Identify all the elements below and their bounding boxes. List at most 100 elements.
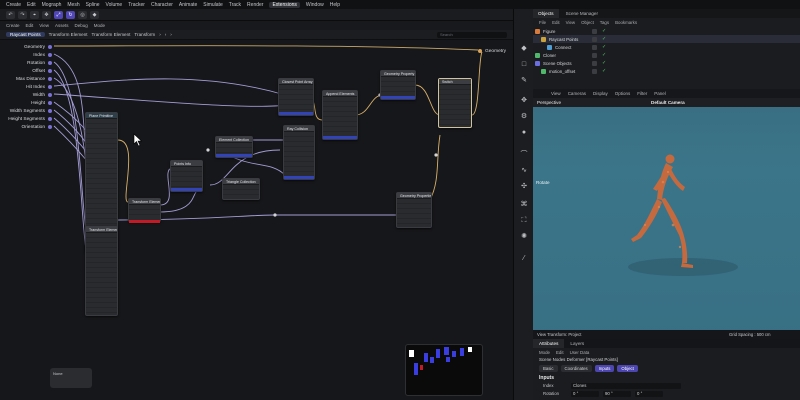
viewport[interactable]: Perspective Default Camera Rotate View T… — [533, 98, 800, 339]
menu-volume[interactable]: Volume — [106, 2, 123, 8]
node-menu-view[interactable]: View — [39, 23, 49, 28]
field-rotation-p[interactable]: 90 ° — [603, 390, 631, 397]
cloner-icon[interactable]: ✥ — [518, 95, 530, 106]
undo-icon[interactable]: ↶ — [6, 11, 15, 19]
brush-icon[interactable]: ⁄ — [518, 253, 530, 264]
move-icon[interactable]: ✥ — [42, 11, 51, 19]
graph-input-port[interactable]: Height — [31, 99, 52, 107]
visibility-check-icon[interactable]: ✓ — [602, 52, 606, 58]
object-tag-icon[interactable] — [592, 68, 597, 74]
graph-input-port[interactable]: Orientation — [22, 123, 52, 131]
node-menu-debug[interactable]: Debug — [74, 23, 87, 28]
menu-tracker[interactable]: Tracker — [128, 2, 145, 8]
graph-input-port[interactable]: Width — [33, 91, 52, 99]
object-tag-icon[interactable] — [592, 28, 597, 34]
cube-icon[interactable]: ◆ — [518, 43, 530, 54]
viewport-menu-item[interactable]: View — [551, 91, 561, 96]
object-row[interactable]: Scene Objects ✓ — [533, 59, 800, 67]
node-menu-mode[interactable]: Mode — [94, 23, 105, 28]
node-menu-create[interactable]: Create — [6, 23, 20, 28]
graph-input-port[interactable]: Index — [33, 51, 52, 59]
node-closest-point-array[interactable]: Closest Point Array — [278, 78, 314, 116]
visibility-check-icon[interactable]: ✓ — [602, 60, 606, 66]
breadcrumb-item[interactable]: Transform — [134, 32, 155, 37]
node-ray-collision[interactable]: Ray Collision — [283, 125, 315, 180]
menu-extensions[interactable]: Extensions — [269, 1, 300, 8]
menu-help[interactable]: Help — [330, 2, 340, 8]
square-icon[interactable]: □ — [518, 59, 530, 70]
graph-input-port[interactable]: Max Distance — [16, 75, 52, 83]
field-rotation-b[interactable]: 0 ° — [635, 390, 663, 397]
effector-icon[interactable]: ⚙ — [518, 111, 530, 122]
node-transform-element-2[interactable]: Transform Element — [85, 226, 118, 316]
field-index-value[interactable]: Clones — [571, 382, 681, 389]
field-icon[interactable]: ✣ — [518, 181, 530, 192]
attributes-tab[interactable]: Attributes — [533, 339, 565, 348]
breadcrumb-item[interactable]: Transform Element — [92, 32, 131, 37]
attributes-tab[interactable]: Layers — [564, 339, 590, 348]
menu-spline[interactable]: Spline — [86, 2, 100, 8]
node-menu-edit[interactable]: Edit — [26, 23, 34, 28]
attributes-subtab[interactable]: Basic — [539, 365, 558, 372]
menu-create[interactable]: Create — [6, 2, 21, 8]
visibility-check-icon[interactable]: ✓ — [602, 44, 606, 50]
attributes-subtab[interactable]: Coordinates — [560, 365, 592, 372]
node-points-info[interactable]: Points Info — [170, 160, 203, 192]
scale-icon[interactable]: ⤢ — [54, 11, 63, 19]
attributes-menu-item[interactable]: Mode — [539, 350, 550, 355]
redo-icon[interactable]: ↷ — [18, 11, 27, 19]
objects-tab[interactable]: Objects — [533, 9, 559, 18]
light-icon[interactable]: ✺ — [518, 231, 530, 242]
node-triangle-collection[interactable]: Triangle Collection — [222, 178, 260, 200]
object-row[interactable]: Raycast Points ✓ — [533, 35, 800, 43]
graph-input-port[interactable]: Rotation — [27, 59, 52, 67]
node-switch[interactable]: Switch — [438, 78, 472, 128]
menu-window[interactable]: Window — [306, 2, 324, 8]
menu-mesh[interactable]: Mesh — [67, 2, 79, 8]
object-tag-icon[interactable] — [592, 52, 597, 58]
sphere-icon[interactable]: ● — [518, 127, 530, 138]
field-rotation-h[interactable]: 0 ° — [571, 390, 599, 397]
rotate-icon[interactable]: ↻ — [66, 11, 75, 19]
spline-icon[interactable]: ∿ — [518, 165, 530, 176]
viewport-menu-item[interactable]: Options — [615, 91, 631, 96]
menu-animate[interactable]: Animate — [179, 2, 197, 8]
objects-menu-item[interactable]: Edit — [552, 20, 560, 25]
menu-character[interactable]: Character — [151, 2, 173, 8]
graph-input-port[interactable]: Width Segments — [10, 107, 52, 115]
node-append-elements[interactable]: Append Elements — [322, 90, 358, 140]
node-geometry-properties[interactable]: Geometry Properties — [396, 192, 432, 228]
camera-icon[interactable]: ⌘ — [518, 199, 530, 210]
attributes-subtab[interactable]: Inputs — [594, 365, 615, 372]
scene-icon[interactable]: ⛶ — [518, 215, 530, 226]
object-row[interactable]: Cloner ✓ — [533, 51, 800, 59]
graph-input-port[interactable]: Height Segments — [8, 115, 52, 123]
objects-menu-item[interactable]: File — [539, 20, 546, 25]
viewport-camera[interactable]: Default Camera — [651, 98, 685, 107]
select-icon[interactable]: ⌖ — [30, 11, 39, 19]
objects-menu-item[interactable]: Object — [581, 20, 594, 25]
objects-menu-item[interactable]: Tags — [600, 20, 609, 25]
pen-icon[interactable]: ✎ — [518, 75, 530, 86]
node-menu-assets[interactable]: Assets — [55, 23, 69, 28]
visibility-check-icon[interactable]: ✓ — [602, 36, 606, 42]
breadcrumb-item[interactable]: Transform Element — [49, 32, 88, 37]
object-row[interactable]: Connect ✓ — [533, 43, 800, 51]
graph-input-port[interactable]: Hit Index — [26, 83, 52, 91]
objects-menu-item[interactable]: Bookmarks — [615, 20, 637, 25]
object-tag-icon[interactable] — [592, 60, 597, 66]
object-row[interactable]: motion_offset ✓ — [533, 67, 800, 75]
node-transform-element[interactable]: Transform Element — [128, 198, 161, 223]
graph-input-port[interactable]: Offset — [32, 67, 52, 75]
node-editor-canvas[interactable]: Geometry Index Rotation Offset Max Distance H… — [0, 40, 513, 400]
menu-render[interactable]: Render — [247, 2, 263, 8]
viewport-menu-item[interactable]: Panel — [654, 91, 666, 96]
objects-tab[interactable]: Scene Manager — [561, 9, 603, 18]
viewport-menu-item[interactable]: Filter — [637, 91, 647, 96]
node-search-input[interactable]: Search — [437, 32, 507, 38]
node-element-collection[interactable]: Element Collection — [215, 136, 253, 158]
breadcrumb-item[interactable]: Raycast Points — [6, 32, 45, 37]
visibility-check-icon[interactable]: ✓ — [602, 68, 606, 74]
object-tag-icon[interactable] — [592, 44, 597, 50]
live-select-icon[interactable]: ◎ — [78, 11, 87, 19]
